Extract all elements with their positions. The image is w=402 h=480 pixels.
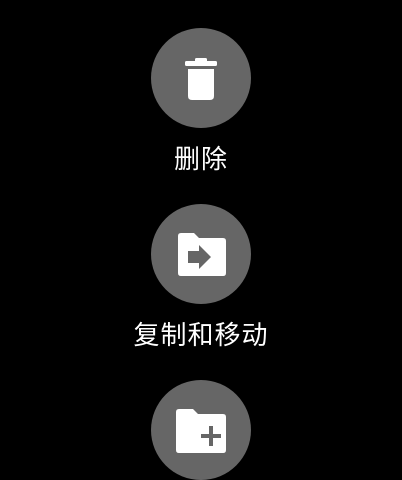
new-folder-action[interactable] (0, 380, 402, 480)
new-folder-button[interactable] (151, 380, 251, 480)
delete-label: 删除 (173, 145, 228, 175)
copy-move-label: 复制和移动 (133, 321, 269, 351)
delete-action[interactable]: 删除 (0, 28, 402, 178)
delete-button[interactable] (151, 28, 251, 128)
copy-move-button[interactable] (151, 204, 251, 304)
folder-move-icon (178, 233, 226, 276)
copy-move-action[interactable]: 复制和移动 (0, 204, 402, 354)
folder-add-icon (176, 409, 226, 453)
trash-icon (185, 58, 217, 100)
